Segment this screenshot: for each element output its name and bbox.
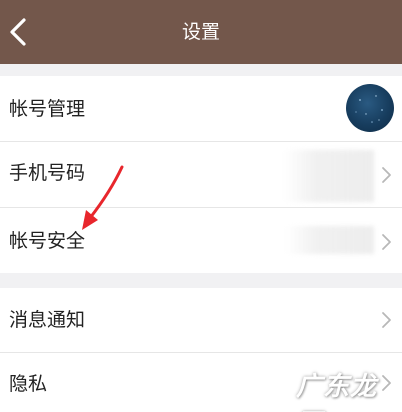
avatar xyxy=(346,84,394,132)
page-title: 设置 xyxy=(181,21,220,43)
chevron-right-icon xyxy=(382,234,391,250)
blurred-security-value xyxy=(286,226,374,254)
chevron-right-icon xyxy=(382,312,391,328)
blurred-phone-value xyxy=(284,150,374,202)
top-bar: 设置 xyxy=(0,0,402,64)
settings-item-label: 隐私 xyxy=(9,373,48,395)
settings-item-account-management[interactable]: 帐号管理 xyxy=(0,76,402,142)
settings-item-notifications[interactable]: 消息通知 xyxy=(0,288,402,352)
annotation-arrow-icon xyxy=(82,165,124,230)
avatar-stars-icon xyxy=(355,95,383,123)
watermark: 广东龙网 xyxy=(296,372,378,412)
settings-item-label: 帐号管理 xyxy=(9,98,86,120)
chevron-right-icon xyxy=(382,167,391,183)
settings-item-label: 帐号安全 xyxy=(9,230,86,252)
settings-item-label: 手机号码 xyxy=(9,162,86,184)
settings-item-label: 消息通知 xyxy=(9,309,86,331)
